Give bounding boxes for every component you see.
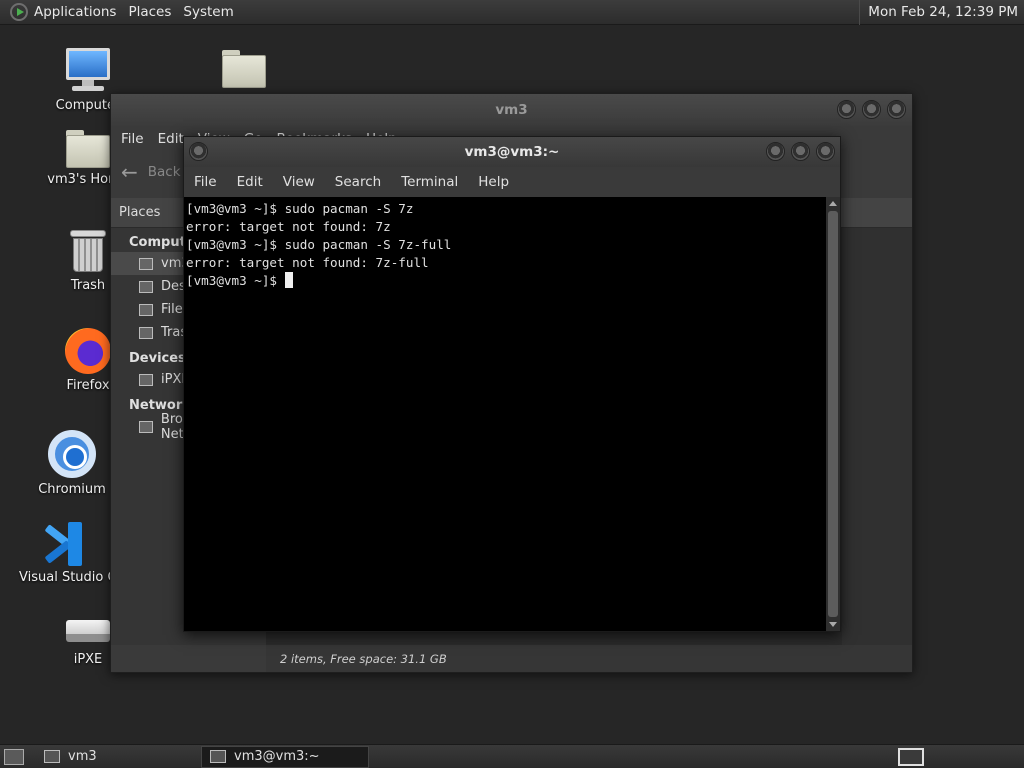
- bottom-panel: vm3 vm3@vm3:~: [0, 744, 1024, 768]
- taskbar-item-label: vm3@vm3:~: [234, 749, 320, 764]
- term-menu-view[interactable]: View: [283, 174, 315, 190]
- desktop-icon-vscode[interactable]: Visual Studio Code: [18, 522, 110, 585]
- back-button[interactable]: Back: [148, 164, 181, 180]
- desktop-icon-label: Visual Studio Code: [19, 570, 110, 585]
- terminal-output[interactable]: [vm3@vm3 ~]$ sudo pacman -S 7z error: tar…: [184, 197, 826, 631]
- terminal-window[interactable]: vm3@vm3:~ File Edit View Search Terminal…: [183, 136, 841, 632]
- terminal-menubar: File Edit View Search Terminal Help: [184, 167, 840, 197]
- terminal-line: error: target not found: 7z-full: [186, 255, 429, 270]
- applications-menu[interactable]: Applications: [34, 4, 124, 20]
- text-cursor: [284, 272, 293, 288]
- system-menu[interactable]: System: [183, 4, 241, 20]
- maximize-button[interactable]: [791, 142, 810, 161]
- file-manager-titlebar[interactable]: vm3: [111, 94, 912, 126]
- terminal-icon: [210, 750, 226, 763]
- content-right-pane: [842, 228, 912, 645]
- terminal-line: [vm3@vm3 ~]$ sudo pacman -S 7z: [186, 201, 414, 216]
- status-bar: 2 items, Free space: 31.1 GB: [266, 645, 912, 672]
- terminal-titlebar[interactable]: vm3@vm3:~: [184, 137, 840, 167]
- show-desktop-icon[interactable]: [4, 748, 24, 765]
- chromium-icon: [48, 430, 96, 478]
- fm-menu-edit[interactable]: Edit: [158, 131, 184, 147]
- drive-icon: [66, 620, 110, 642]
- taskbar-item-file-manager[interactable]: vm3: [36, 746, 201, 768]
- close-button[interactable]: [887, 100, 906, 119]
- places-menu[interactable]: Places: [128, 4, 179, 20]
- workspace-switcher[interactable]: [898, 747, 924, 766]
- trash-icon: [70, 230, 106, 274]
- computer-icon: [64, 46, 112, 94]
- folder-icon: [222, 50, 266, 88]
- scroll-up-arrow-icon[interactable]: [829, 201, 837, 206]
- window-menu-button[interactable]: [189, 142, 208, 161]
- term-menu-search[interactable]: Search: [335, 174, 381, 190]
- places-label: Places: [119, 205, 161, 220]
- terminal-scrollbar[interactable]: [826, 197, 840, 631]
- filesystem-icon: [139, 303, 153, 316]
- network-icon: [139, 420, 153, 433]
- taskbar-item-terminal[interactable]: vm3@vm3:~: [201, 745, 369, 768]
- home-icon: [139, 257, 153, 270]
- term-menu-file[interactable]: File: [194, 174, 217, 190]
- desktop-icon: [139, 280, 153, 293]
- distro-logo-icon[interactable]: [10, 3, 28, 21]
- terminal-title: vm3@vm3:~: [464, 144, 560, 160]
- terminal-line: error: target not found: 7z: [186, 219, 391, 234]
- terminal-prompt: [vm3@vm3 ~]$: [186, 273, 285, 288]
- firefox-icon: [65, 328, 111, 374]
- vscode-icon: [42, 522, 86, 566]
- fm-menu-file[interactable]: File: [121, 131, 144, 147]
- taskbar-item-label: vm3: [68, 749, 97, 764]
- terminal-window-controls: [766, 142, 835, 161]
- close-button[interactable]: [816, 142, 835, 161]
- minimize-button[interactable]: [766, 142, 785, 161]
- home-folder-icon: [66, 130, 110, 168]
- term-menu-terminal[interactable]: Terminal: [401, 174, 458, 190]
- desktop-icon-folder[interactable]: [189, 50, 299, 92]
- maximize-button[interactable]: [862, 100, 881, 119]
- minimize-button[interactable]: [837, 100, 856, 119]
- file-manager-title: vm3: [495, 102, 528, 118]
- top-panel: Applications Places System Mon Feb 24, 1…: [0, 0, 1024, 25]
- terminal-prompt-line[interactable]: [vm3@vm3 ~]$: [186, 272, 824, 290]
- terminal-line: [vm3@vm3 ~]$ sudo pacman -S 7z-full: [186, 237, 452, 252]
- back-arrow-icon[interactable]: ←: [121, 160, 138, 184]
- trash-icon: [139, 326, 153, 339]
- term-menu-help[interactable]: Help: [478, 174, 509, 190]
- scroll-down-arrow-icon[interactable]: [829, 622, 837, 627]
- scrollbar-thumb[interactable]: [828, 211, 838, 617]
- file-manager-window-controls: [837, 100, 906, 119]
- clock[interactable]: Mon Feb 24, 12:39 PM: [868, 4, 1024, 20]
- clock-separator: [859, 0, 861, 25]
- folder-icon: [44, 750, 60, 763]
- drive-icon: [139, 373, 153, 386]
- term-menu-edit[interactable]: Edit: [237, 174, 263, 190]
